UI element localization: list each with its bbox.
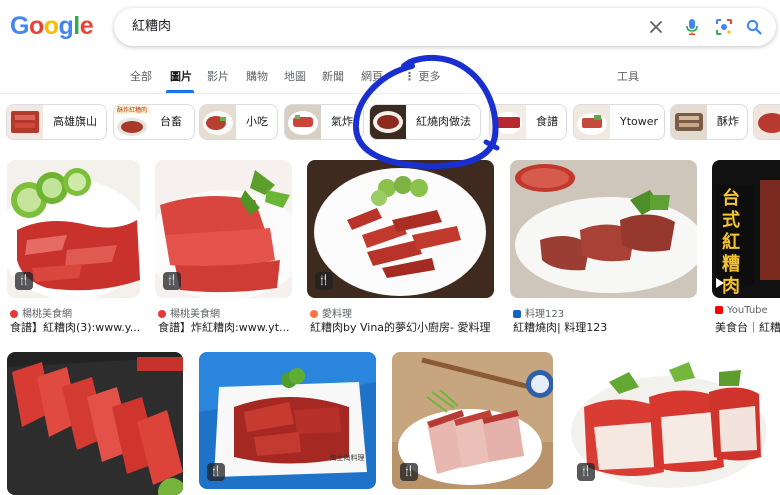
google-lens-icon[interactable] — [714, 17, 734, 37]
thumb-caption: 酥炸紅糟肉 — [117, 106, 147, 114]
logo-letter: o — [28, 12, 44, 40]
microphone-icon[interactable] — [682, 17, 702, 37]
tab-more[interactable]: ⋮ 更多 — [404, 68, 441, 84]
chip-label: 小吃 — [246, 115, 268, 128]
result-thumbnail — [510, 160, 697, 298]
search-input[interactable]: 紅糟肉 — [132, 8, 171, 46]
clear-icon[interactable] — [646, 17, 666, 37]
chip-ytower[interactable]: Ytower — [573, 104, 665, 140]
fork-knife-icon: 🍴 — [315, 272, 333, 290]
chip-recipe[interactable]: 食譜 — [489, 104, 567, 140]
fork-knife-icon: 🍴 — [400, 463, 418, 481]
result-image-8[interactable]: 🍴 — [392, 352, 553, 489]
chip-thumbnail — [754, 105, 780, 139]
chip-label: 氣炸 — [331, 115, 353, 128]
chip-thumbnail — [370, 105, 406, 139]
tab-all[interactable]: 全部 — [130, 68, 152, 84]
search-box[interactable]: 紅糟肉 — [114, 8, 776, 46]
search-tabs: 全部 圖片 影片 購物 地圖 新聞 網頁 ⋮ 更多 工具 — [0, 60, 780, 93]
result-image-1[interactable]: 🍴 — [7, 160, 140, 298]
google-logo[interactable]: Google — [10, 12, 94, 41]
chip-snack[interactable]: 小吃 — [199, 104, 278, 140]
tab-maps[interactable]: 地圖 — [284, 68, 306, 84]
tab-web[interactable]: 網頁 — [361, 68, 383, 84]
logo-letter: G — [10, 12, 29, 40]
search-icon[interactable] — [744, 17, 764, 37]
favicon — [310, 310, 318, 318]
logo-letter: e — [79, 12, 94, 40]
result-title[interactable]: 美食台｜紅糟 — [715, 319, 780, 335]
chip-next-partial[interactable] — [753, 104, 780, 140]
result-thumbnail: 台式紅糟肉 — [712, 160, 780, 298]
video-thumb-text: 台式紅糟肉 — [722, 188, 740, 297]
result-thumbnail — [307, 160, 494, 298]
tab-news[interactable]: 新聞 — [322, 68, 344, 84]
favicon — [10, 310, 18, 318]
tab-images[interactable]: 圖片 — [170, 68, 192, 84]
chip-thumbnail — [490, 105, 526, 139]
result-image-5[interactable]: 台式紅糟肉 — [712, 160, 780, 298]
chip-label: 酥炸 — [717, 115, 739, 128]
chip-crispy-fry[interactable]: 酥炸 — [670, 104, 748, 140]
result-thumbnail: 陶土陶料理 — [199, 352, 376, 489]
logo-letter: g — [58, 12, 74, 40]
result-image-6[interactable] — [7, 352, 183, 495]
result-source: 愛料理 — [310, 305, 494, 320]
result-image-4[interactable] — [510, 160, 697, 298]
chip-braised-pork-recipe[interactable]: 紅燒肉做法 — [369, 104, 481, 140]
tools-button[interactable]: 工具 — [617, 68, 639, 84]
chip-taixu[interactable]: 酥炸紅糟肉 台畜 — [113, 104, 195, 140]
chip-label: 食譜 — [536, 115, 558, 128]
result-title[interactable]: 食譜】紅糟肉(3):www.y... — [10, 319, 140, 335]
tab-more-label: 更多 — [418, 70, 441, 83]
result-source: YouTube — [715, 305, 780, 316]
result-image-3[interactable]: 🍴 — [307, 160, 494, 298]
fork-knife-icon: 🍴 — [15, 272, 33, 290]
chip-thumbnail — [574, 105, 610, 139]
divider — [0, 93, 780, 94]
result-image-2[interactable]: 🍴 — [155, 160, 292, 298]
chip-label: 紅燒肉做法 — [416, 115, 471, 128]
favicon — [513, 310, 521, 318]
more-dots-icon: ⋮ — [404, 70, 415, 83]
favicon — [158, 310, 166, 318]
result-image-9[interactable]: 🍴 — [569, 352, 766, 489]
image-watermark: 陶土陶料理 — [330, 453, 365, 462]
chip-label: Ytower — [620, 115, 659, 128]
tab-videos[interactable]: 影片 — [207, 68, 229, 84]
result-source: 楊桃美食網 — [158, 305, 292, 320]
chip-label: 台畜 — [160, 115, 182, 128]
chip-thumbnail — [285, 105, 321, 139]
result-image-7[interactable]: 陶土陶料理 🍴 — [199, 352, 376, 489]
favicon — [715, 306, 723, 314]
tab-shopping[interactable]: 購物 — [246, 68, 268, 84]
result-thumbnail — [569, 352, 766, 489]
result-source: 料理123 — [513, 305, 697, 320]
logo-letter: o — [43, 12, 59, 40]
chip-thumbnail — [200, 105, 236, 139]
fork-knife-icon: 🍴 — [577, 463, 595, 481]
result-thumbnail — [7, 352, 183, 495]
chip-thumbnail — [7, 105, 43, 139]
result-title[interactable]: 食譜】炸紅糟肉:www.yt... — [158, 319, 292, 335]
chip-thumbnail — [671, 105, 707, 139]
result-title[interactable]: 紅糟燒肉| 料理123 — [513, 319, 697, 335]
fork-knife-icon: 🍴 — [207, 463, 225, 481]
chip-thumbnail: 酥炸紅糟肉 — [114, 105, 150, 139]
chip-kaohsiung-qishan[interactable]: 高雄旗山 — [6, 104, 107, 140]
fork-knife-icon: 🍴 — [163, 272, 181, 290]
source-name: YouTube — [727, 305, 768, 316]
result-source: 楊桃美食網 — [10, 305, 140, 320]
result-title[interactable]: 紅糟肉by Vina的夢幻小廚房- 愛料理 — [310, 319, 494, 335]
chip-air-fry[interactable]: 氣炸 — [284, 104, 364, 140]
chip-label: 高雄旗山 — [53, 115, 97, 128]
